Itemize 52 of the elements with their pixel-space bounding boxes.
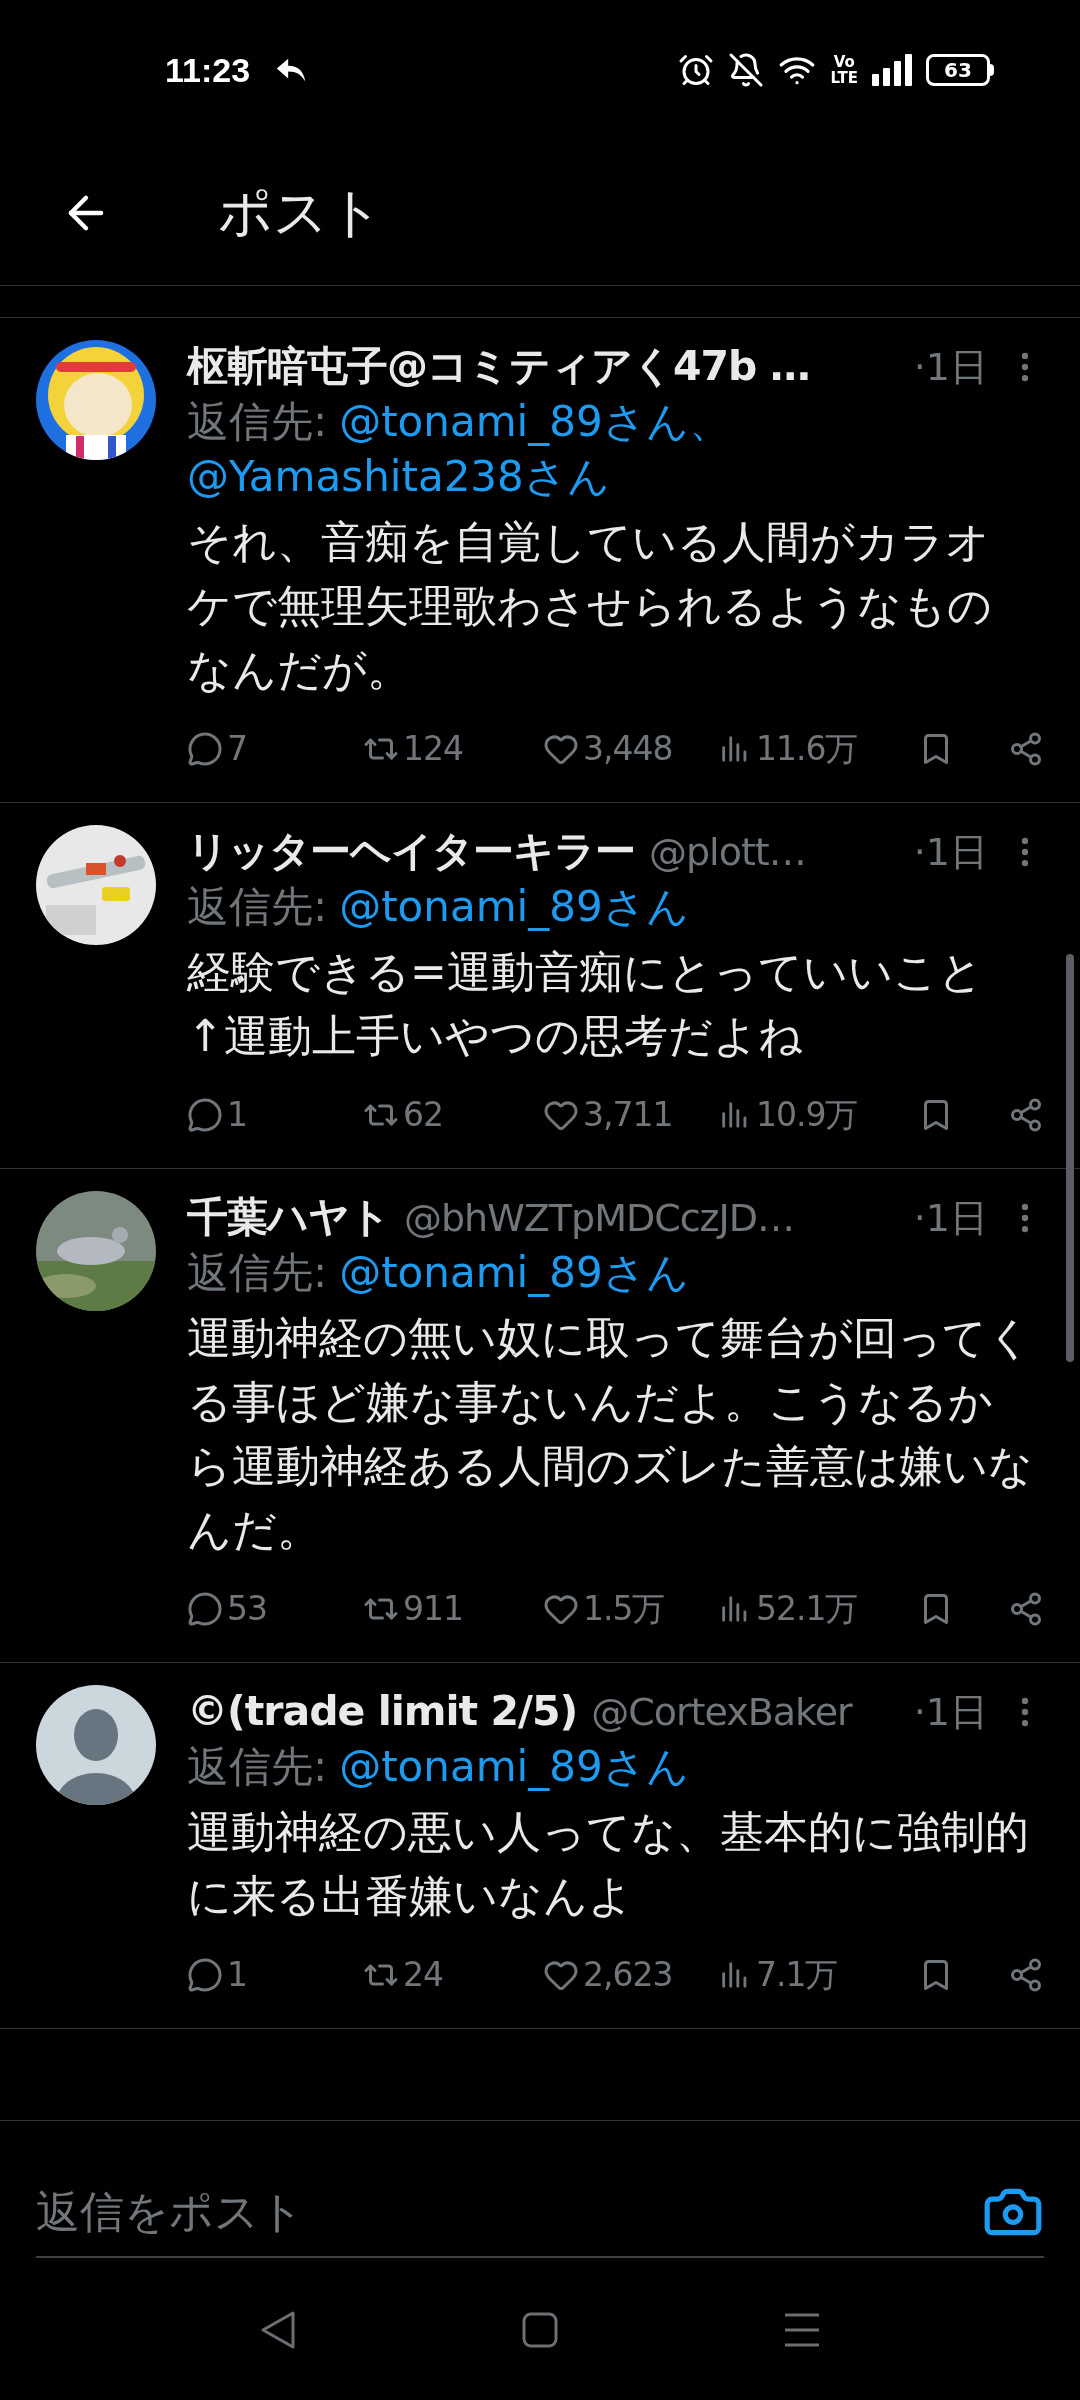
author-handle[interactable]: @plott… (649, 823, 806, 881)
share-icon[interactable] (1008, 731, 1044, 767)
page-title: ポスト (218, 180, 383, 246)
mention-link[interactable]: @Yamashita238さん (187, 449, 610, 504)
battery-indicator: 63 (926, 54, 994, 86)
view-count: 7.1万 (756, 1954, 838, 1997)
repost-count: 124 (403, 728, 463, 771)
reply-icon[interactable] (187, 731, 223, 767)
reply-count: 1 (227, 1094, 247, 1137)
reply-icon[interactable] (187, 1097, 223, 1133)
post-time: ·1日 (913, 1688, 988, 1736)
post-text: それ、音痴を自覚している人間がカラオケで無理矢理歌わさせられるようなものなんだが。 (187, 515, 993, 697)
share-icon[interactable] (1008, 1957, 1044, 1993)
menu-icon[interactable] (783, 2312, 821, 2348)
like-count: 3,711 (583, 1094, 673, 1137)
reply-to-label: 返信先: (187, 881, 328, 933)
post-time: ·1日 (913, 1194, 988, 1242)
repost-count: 62 (403, 1094, 443, 1137)
reply-input[interactable]: 返信をポスト (36, 2179, 982, 2245)
reply-to-label: 返信先: (187, 1247, 328, 1299)
reply-to-label: 返信先: (187, 396, 328, 448)
like-count: 1.5万 (583, 1588, 665, 1631)
view-count: 11.6万 (756, 728, 858, 771)
post-text: 運動神経の悪い人ってな、基本的に強制的に来る出番嫌いなんよ (187, 1805, 1030, 1923)
reply-count: 1 (227, 1954, 247, 1997)
reply-icon[interactable] (187, 1591, 223, 1627)
status-time: 11:23 (165, 49, 251, 91)
view-count: 52.1万 (756, 1588, 858, 1631)
bell-off-icon (728, 52, 765, 88)
author-handle[interactable]: @CortexBaker (591, 1683, 852, 1741)
reply-icon[interactable] (187, 1957, 223, 1993)
volte-indicator: Vo LTE (830, 54, 858, 86)
back-nav-icon[interactable] (259, 2310, 297, 2350)
post-time: ·1日 (913, 828, 988, 876)
reply-to-label: 返信先: (187, 1741, 328, 1793)
share-icon[interactable] (1008, 1097, 1044, 1133)
post-time: ·1日 (913, 343, 988, 391)
post-text: 運動神経の無い奴に取って舞台が回ってくる事ほど嫌な事ないんだよ。こうなるから運動神経ある人間のズレた善意は嫌いなんだ。 (187, 1311, 1034, 1557)
home-nav-icon[interactable] (522, 2312, 558, 2348)
share-icon[interactable] (1008, 1591, 1044, 1627)
reply-count: 7 (227, 728, 247, 771)
scrollbar[interactable] (1066, 954, 1074, 1362)
repost-count: 24 (403, 1954, 443, 1997)
signal-icon (872, 54, 912, 86)
author-handle[interactable]: @bhWZTpMDCczJD… (404, 1189, 795, 1247)
alarm-icon (678, 52, 715, 88)
reply-count: 53 (227, 1588, 267, 1631)
repost-count: 911 (403, 1588, 463, 1631)
post-text: 経験できる=運動音痴にとっていいこと ↑運動上手いやつの思考だよね (187, 945, 984, 1063)
like-count: 3,448 (583, 728, 673, 771)
view-count: 10.9万 (756, 1094, 858, 1137)
like-count: 2,623 (583, 1954, 673, 1997)
